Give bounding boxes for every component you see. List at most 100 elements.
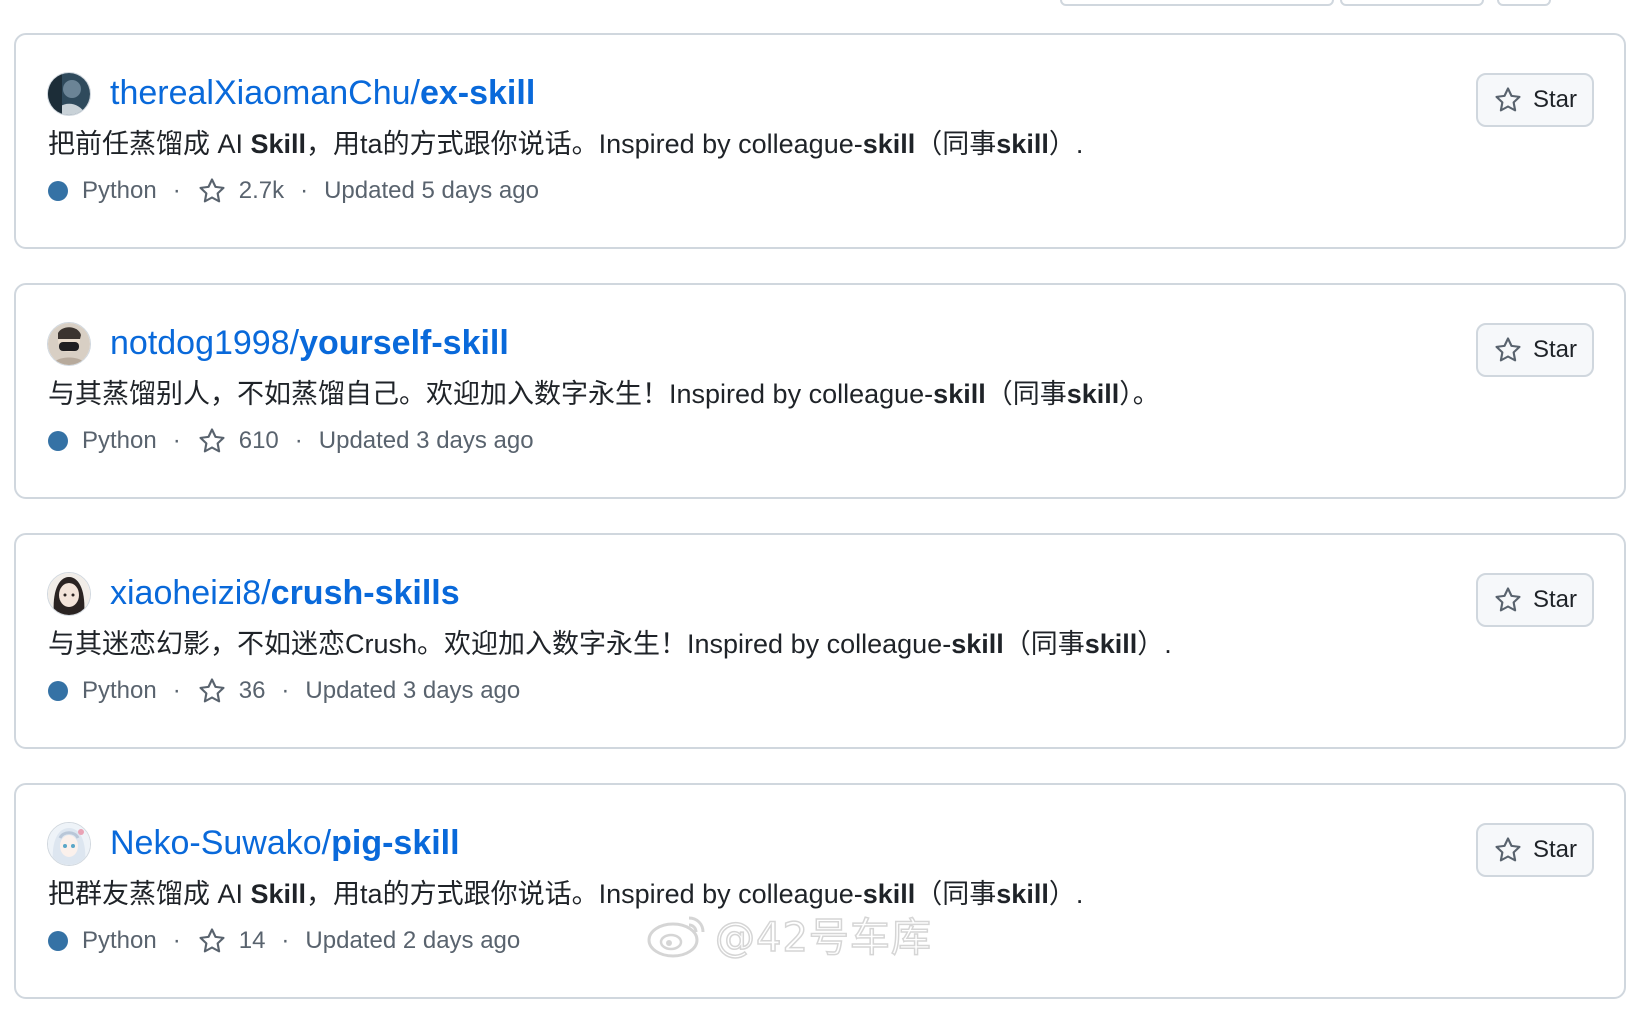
meta-separator: · [294, 427, 303, 454]
repo-card: notdog1998/yourself-skill 与其蒸馏别人，不如蒸馏自己。… [14, 283, 1626, 499]
repo-language: Python [82, 677, 157, 704]
stargazers-link[interactable]: 2.7k [197, 176, 284, 206]
desc-text: （同事 [985, 379, 1067, 409]
desc-bold: skill [1066, 379, 1120, 409]
star-count: 610 [238, 427, 279, 454]
language-color-dot [48, 681, 68, 701]
repo-name: crush-skills [270, 574, 460, 612]
desc-text: ）. [1048, 879, 1084, 909]
repo-name: yourself-skill [299, 324, 509, 362]
stargazers-link[interactable]: 36 [197, 676, 266, 706]
repo-name-link[interactable]: notdog1998/yourself-skill [110, 321, 509, 365]
desc-bold: Skill [250, 129, 307, 159]
meta-separator: · [172, 427, 181, 454]
updated-time: Updated 5 days ago [324, 177, 539, 204]
star-outline-icon [199, 678, 225, 703]
repo-description: 与其迷恋幻影，不如迷恋Crush。欢迎加入数字永生！Inspired by co… [48, 625, 1172, 663]
avatar-anime-girl-icon [48, 573, 90, 615]
repo-description: 把前任蒸馏成 AI Skill，用ta的方式跟你说话。Inspired by c… [48, 125, 1083, 163]
owner-avatar[interactable] [47, 322, 91, 366]
star-count: 14 [238, 927, 266, 954]
meta-separator: · [281, 927, 290, 954]
star-count: 2.7k [238, 177, 285, 204]
desc-text: （同事 [1003, 629, 1085, 659]
updated-time: Updated 3 days ago [318, 427, 534, 454]
avatar-anime-white-hair-icon [48, 823, 90, 865]
meta-separator: · [172, 677, 181, 704]
updated-time: Updated 2 days ago [305, 927, 521, 954]
desc-text: ）. [1137, 629, 1172, 659]
star-button-label: Star [1532, 586, 1577, 613]
repo-name-link[interactable]: Neko-Suwako/pig-skill [110, 821, 460, 865]
repo-meta: Python · 14 · Updated 2 days ago [48, 924, 520, 958]
desc-bold: skill [933, 379, 986, 409]
repo-meta: Python · 36 · Updated 3 days ago [48, 674, 520, 708]
avatar-masked-person-icon [48, 323, 90, 365]
desc-text: 把前任蒸馏成 AI [48, 129, 251, 159]
desc-bold: skill [862, 879, 916, 909]
star-outline-icon [199, 428, 225, 453]
desc-bold: skill [996, 129, 1049, 159]
avatar-dark-photo-icon [48, 73, 90, 115]
repo-owner: therealXiaomanChu/ [110, 74, 420, 112]
repo-card: Neko-Suwako/pig-skill 把群友蒸馏成 AI Skill，用t… [14, 783, 1626, 999]
language-color-dot [48, 931, 68, 951]
language-color-dot [48, 431, 68, 451]
repo-name: ex-skill [419, 74, 536, 112]
repo-language: Python [82, 927, 157, 954]
meta-separator: · [281, 677, 290, 704]
desc-text: 与其蒸馏别人，不如蒸馏自己。欢迎加入数字永生！Inspired by colle… [48, 379, 934, 409]
star-button[interactable]: Star [1476, 323, 1594, 377]
repo-owner: notdog1998/ [110, 324, 300, 362]
repo-description: 把群友蒸馏成 AI Skill，用ta的方式跟你说话。Inspired by c… [48, 875, 1083, 913]
star-button[interactable]: Star [1476, 73, 1594, 127]
repo-meta: Python · 2.7k · Updated 5 days ago [48, 174, 539, 208]
repo-card: xiaoheizi8/crush-skills 与其迷恋幻影，不如迷恋Crush… [14, 533, 1626, 749]
desc-bold: skill [862, 129, 916, 159]
meta-separator: · [172, 177, 181, 204]
owner-avatar[interactable] [47, 822, 91, 866]
owner-avatar[interactable] [47, 572, 91, 616]
desc-text: 把群友蒸馏成 AI [48, 879, 251, 909]
star-outline-icon [199, 928, 225, 953]
star-button[interactable]: Star [1476, 823, 1594, 877]
desc-bold: Skill [250, 879, 307, 909]
desc-text: （同事 [915, 879, 997, 909]
stargazers-link[interactable]: 610 [197, 426, 279, 456]
desc-text: ）. [1048, 129, 1084, 159]
repo-meta: Python · 610 · Updated 3 days ago [48, 424, 534, 458]
desc-bold: skill [951, 629, 1004, 659]
language-color-dot [48, 181, 68, 201]
star-outline-icon [1495, 337, 1521, 362]
star-count: 36 [238, 677, 266, 704]
repo-owner: Neko-Suwako/ [110, 824, 332, 862]
star-button-label: Star [1532, 86, 1577, 113]
desc-bold: skill [1084, 629, 1138, 659]
desc-bold: skill [996, 879, 1049, 909]
stargazers-link[interactable]: 14 [197, 926, 266, 956]
meta-separator: · [172, 927, 181, 954]
star-outline-icon [1495, 87, 1521, 112]
star-outline-icon [1495, 587, 1521, 612]
star-outline-icon [199, 178, 225, 203]
desc-text: （同事 [915, 129, 997, 159]
repo-name-link[interactable]: xiaoheizi8/crush-skills [110, 571, 460, 615]
desc-text: 与其迷恋幻影，不如迷恋Crush。欢迎加入数字永生！Inspired by co… [48, 629, 952, 659]
repo-card: therealXiaomanChu/ex-skill 把前任蒸馏成 AI Ski… [14, 33, 1626, 249]
repo-name: pig-skill [331, 824, 460, 862]
repo-list: therealXiaomanChu/ex-skill 把前任蒸馏成 AI Ski… [14, 33, 1626, 1018]
star-button-label: Star [1532, 836, 1577, 863]
desc-text: ，用ta的方式跟你说话。Inspired by colleague- [306, 879, 863, 909]
repo-language: Python [82, 427, 157, 454]
updated-time: Updated 3 days ago [305, 677, 521, 704]
repo-list-page: therealXiaomanChu/ex-skill 把前任蒸馏成 AI Ski… [0, 0, 1644, 1018]
repo-description: 与其蒸馏别人，不如蒸馏自己。欢迎加入数字永生！Inspired by colle… [48, 375, 1160, 413]
star-button[interactable]: Star [1476, 573, 1594, 627]
repo-owner: xiaoheizi8/ [110, 574, 271, 612]
repo-language: Python [82, 177, 157, 204]
repo-name-link[interactable]: therealXiaomanChu/ex-skill [110, 71, 535, 115]
star-button-label: Star [1532, 336, 1577, 363]
owner-avatar[interactable] [47, 72, 91, 116]
previous-element-edge [0, 0, 1644, 6]
star-outline-icon [1495, 837, 1521, 862]
